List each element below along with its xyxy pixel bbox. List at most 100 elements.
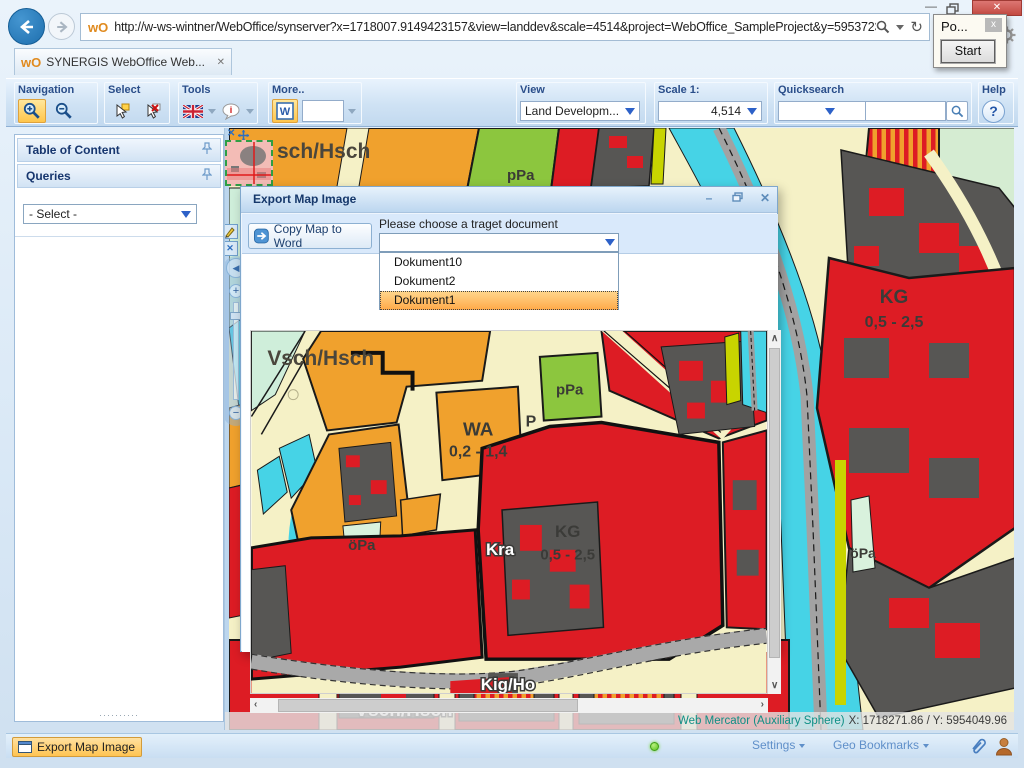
query-select-value: - Select - [29, 207, 77, 221]
dropdown-option[interactable]: Dokument2 [380, 272, 618, 291]
quicksearch-button[interactable] [946, 101, 968, 121]
pin-icon[interactable] [202, 142, 212, 158]
toc-label: Table of Content [26, 143, 120, 157]
uk-flag-icon [183, 105, 203, 118]
language-button[interactable] [182, 99, 204, 123]
copy-arrow-icon [254, 228, 269, 244]
more-combo[interactable] [302, 100, 344, 122]
redline-tool-icon[interactable] [224, 224, 238, 239]
settings-menu[interactable]: Settings [752, 738, 805, 752]
panel-queries[interactable]: Queries [17, 164, 221, 188]
more-group-label: More.. [272, 84, 358, 98]
dialog-close-button[interactable]: ✕ [755, 191, 775, 207]
preview-vertical-scrollbar[interactable]: ∧ ∨ [768, 330, 781, 694]
word-icon: W [276, 102, 294, 120]
paperclip-icon[interactable] [968, 736, 988, 761]
popup-start-button[interactable]: Start [941, 40, 995, 63]
taskbar-export-label: Export Map Image [37, 740, 135, 754]
help-group-label: Help [982, 84, 1010, 98]
geo-bookmarks-menu[interactable]: Geo Bookmarks [833, 738, 929, 752]
browser-tab[interactable]: wO SYNERGIS WebOffice Web... ✕ [14, 48, 232, 75]
tab-favicon: wO [21, 55, 41, 70]
geo-bookmarks-label: Geo Bookmarks [833, 738, 919, 752]
word-export-button[interactable]: W [272, 99, 298, 123]
coordinates-value: X: 1718271.86 / Y: 5954049.96 [849, 715, 1007, 727]
quicksearch-select[interactable] [778, 101, 866, 121]
browser-chrome: wO http://w-ws-wintner/WebOffice/synserv… [0, 0, 1024, 78]
dialog-titlebar[interactable]: Export Map Image – ✕ [241, 187, 777, 213]
preview-label-kra: Kra [486, 540, 515, 559]
info-dropdown-icon[interactable] [246, 109, 254, 114]
pin-icon[interactable] [202, 168, 212, 184]
taskbar-export-map-image-button[interactable]: Export Map Image [12, 737, 142, 757]
scroll-up-icon[interactable]: ∧ [771, 333, 778, 344]
toolbar-group-tools: Tools i [178, 82, 258, 124]
scroll-left-icon[interactable]: ‹ [254, 699, 257, 710]
sidebar-divider [15, 236, 223, 237]
settings-label: Settings [752, 738, 795, 752]
preview-label-ppa: pPa [556, 383, 584, 399]
map-label-hsch: sch/Hsch [277, 140, 370, 163]
toolbar-group-navigation: Navigation [14, 82, 98, 124]
preview-horizontal-scrollbar[interactable]: ‹ › [250, 698, 768, 713]
back-button[interactable] [8, 8, 45, 45]
dialog-minimize-button[interactable]: – [699, 191, 719, 207]
scale-group-label: Scale 1: [658, 84, 764, 98]
copy-button-label: Copy Map to Word [274, 222, 366, 250]
map-preview[interactable]: Vsch/Hsch pPa P WA 0,2 - 1,4 öPa Kra KG … [250, 330, 768, 694]
settings-caret-icon [799, 744, 805, 748]
vertical-scroll-thumb[interactable] [769, 348, 780, 658]
copy-map-to-word-button[interactable]: Copy Map to Word [248, 223, 372, 249]
more-dropdown-icon[interactable] [348, 109, 356, 114]
document-combobox[interactable] [379, 233, 619, 252]
preview-label-kg: KG [555, 522, 580, 541]
scale-value: 4,514 [711, 104, 741, 118]
search-icon[interactable] [876, 20, 890, 34]
horizontal-scroll-thumb[interactable] [278, 699, 578, 712]
preview-label-p: P [526, 413, 537, 430]
scale-input[interactable]: 4,514 [658, 101, 762, 121]
tab-close-icon[interactable]: ✕ [217, 57, 225, 68]
dialog-restore-button[interactable] [727, 191, 747, 207]
preview-label-opa: öPa [348, 538, 376, 554]
popup-close-button[interactable]: x [985, 18, 1002, 32]
query-select[interactable]: - Select - [23, 204, 197, 224]
scroll-down-icon[interactable]: ∨ [771, 680, 778, 691]
help-button[interactable]: ? [982, 100, 1005, 123]
user-avatar[interactable] [994, 736, 1014, 761]
choose-document-label: Please choose a traget document [379, 217, 558, 231]
preview-label-kg-range: 0,5 - 2,5 [540, 548, 595, 564]
weboffice-toolbar: Navigation [6, 78, 1018, 127]
map-label-ppa-top: pPa [507, 167, 535, 184]
select-tool-button[interactable] [108, 99, 135, 123]
zoom-out-button[interactable] [50, 99, 78, 123]
close-panel-icon[interactable]: ✕ [224, 241, 238, 256]
panel-table-of-content[interactable]: Table of Content [17, 138, 221, 162]
preview-label-wa: WA [463, 419, 494, 440]
dropdown-option[interactable]: Dokument10 [380, 253, 618, 272]
preview-label-wa-range: 0,2 - 1,4 [449, 443, 508, 460]
crs-label: Web Mercator (Auxiliary Sphere) [678, 715, 845, 727]
coordinate-statusbar: Web Mercator (Auxiliary Sphere) X: 17182… [225, 712, 1014, 730]
quicksearch-input[interactable] [866, 101, 946, 121]
overview-inset-map[interactable] [225, 140, 273, 186]
map-label-opa: öPa [850, 545, 876, 561]
clear-selection-button[interactable] [139, 99, 166, 123]
language-dropdown-icon[interactable] [208, 109, 216, 114]
site-favicon: wO [88, 20, 108, 35]
map-label-kg-range: 0,5 - 2,5 [865, 314, 924, 331]
zoom-out-icon [55, 102, 73, 120]
info-tool-button[interactable]: i [220, 99, 242, 123]
zoom-in-button[interactable] [18, 99, 46, 123]
view-select[interactable]: Land Developm... [520, 101, 640, 121]
address-bar[interactable]: wO http://w-ws-wintner/WebOffice/synserv… [80, 13, 930, 41]
toolbar-group-view: View Land Developm... [516, 82, 646, 124]
sidebar-resize-handle[interactable]: ·········· [15, 710, 223, 720]
address-dropdown-icon[interactable] [896, 25, 904, 30]
scroll-right-icon[interactable]: › [761, 699, 764, 710]
url-text[interactable]: http://w-ws-wintner/WebOffice/synserver?… [114, 20, 876, 34]
refresh-icon[interactable]: ↻ [910, 18, 923, 36]
dropdown-option-selected[interactable]: Dokument1 [380, 291, 618, 310]
map-label-kg: KG [880, 287, 909, 308]
forward-button[interactable] [48, 13, 75, 40]
